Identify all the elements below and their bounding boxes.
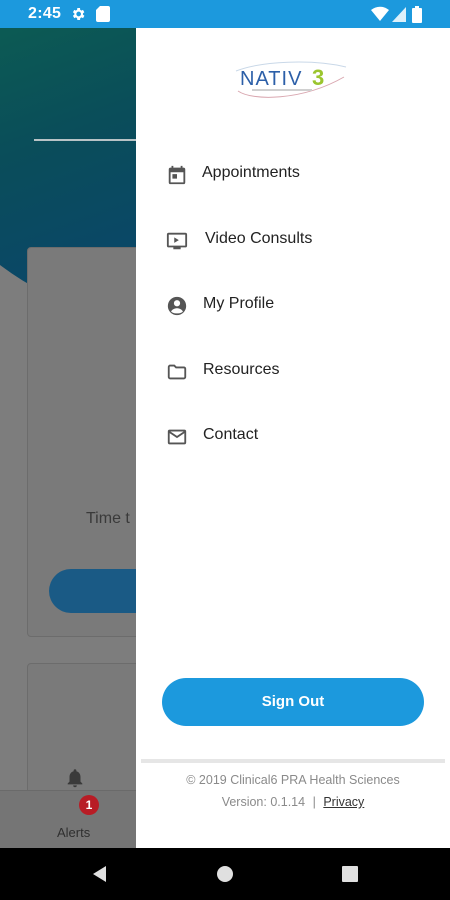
menu-item-contact[interactable]: Contact	[136, 413, 450, 459]
status-time: 2:45	[28, 5, 62, 22]
sd-card-icon	[96, 6, 110, 27]
privacy-link[interactable]: Privacy	[323, 795, 364, 809]
menu-item-appointments[interactable]: Appointments	[136, 151, 450, 197]
video-icon	[166, 230, 188, 252]
folder-icon	[166, 361, 188, 383]
account-icon	[166, 295, 188, 317]
card-text: Time t	[86, 510, 130, 527]
separator: |	[312, 795, 316, 809]
battery-icon	[412, 6, 422, 28]
home-icon[interactable]	[213, 862, 237, 886]
navigation-drawer: NATIV 3 Appointments Video Consults My P…	[136, 28, 450, 848]
menu-item-label: Video Consults	[205, 230, 313, 247]
version-row: Version: 0.1.14 | Privacy	[136, 795, 450, 809]
version-text: Version: 0.1.14	[221, 795, 306, 809]
menu-item-my-profile[interactable]: My Profile	[136, 282, 450, 328]
menu-item-label: My Profile	[203, 295, 275, 312]
wifi-icon	[371, 6, 389, 27]
svg-text:NATIV: NATIV	[240, 68, 302, 90]
brand-logo: NATIV 3	[232, 57, 352, 107]
drawer-divider	[141, 759, 445, 763]
menu-item-resources[interactable]: Resources	[136, 348, 450, 394]
menu-item-label: Contact	[203, 426, 259, 443]
back-icon[interactable]	[88, 862, 112, 886]
menu-item-label: Appointments	[202, 164, 300, 181]
menu-item-video-consults[interactable]: Video Consults	[136, 217, 450, 263]
menu-item-label: Resources	[203, 361, 280, 378]
system-nav-bar	[0, 848, 450, 900]
svg-text:3: 3	[312, 65, 324, 90]
status-bar: 2:45	[0, 0, 450, 28]
alerts-badge: 1	[79, 795, 99, 815]
copyright-text: © 2019 Clinical6 PRA Health Sciences	[186, 773, 400, 787]
signal-icon	[392, 6, 406, 27]
tab-alerts-label: Alerts	[57, 825, 91, 840]
recents-icon[interactable]	[338, 862, 362, 886]
bell-icon	[52, 766, 98, 795]
sign-out-button[interactable]: Sign Out	[162, 678, 424, 726]
calendar-icon	[166, 164, 188, 186]
settings-icon	[70, 6, 86, 27]
mail-icon	[166, 426, 188, 448]
